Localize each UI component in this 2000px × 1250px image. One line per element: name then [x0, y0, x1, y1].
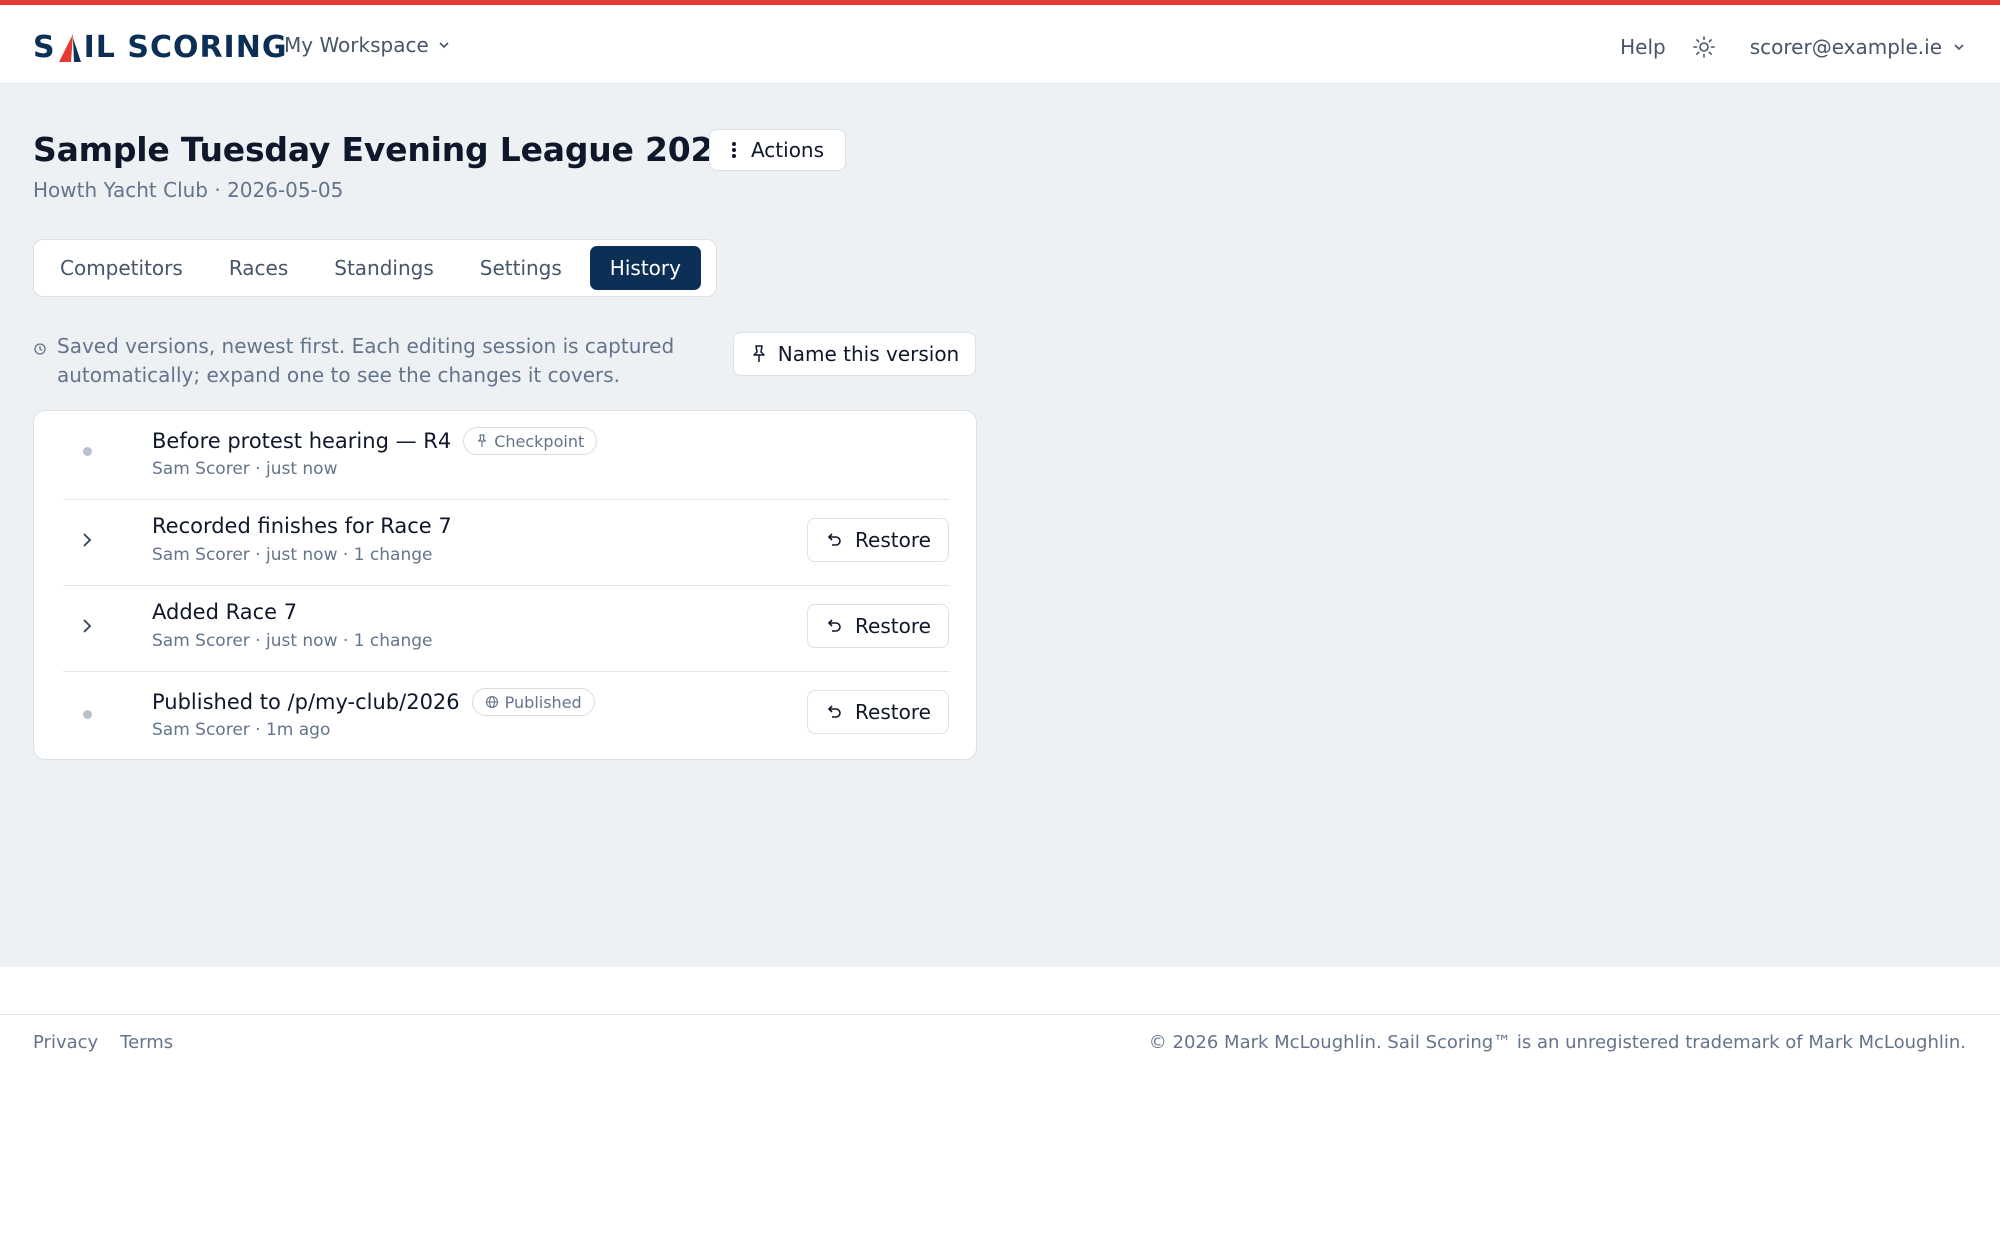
main-content: Sample Tuesday Evening League 2026 Actio…	[0, 84, 2000, 967]
user-email: scorer@example.ie	[1749, 35, 1942, 59]
help-link[interactable]: Help	[1620, 35, 1666, 59]
undo-icon	[827, 619, 841, 632]
restore-button[interactable]: Restore	[807, 604, 949, 648]
pin-icon	[753, 345, 765, 362]
version-title: Published to /p/my-club/2026	[152, 690, 460, 714]
chevron-right-icon[interactable]	[77, 530, 97, 550]
version-title: Before protest hearing — R4	[152, 429, 452, 453]
history-description-text: Saved versions, newest first. Each editi…	[57, 334, 675, 387]
tab-bar: Competitors Races Standings Settings His…	[33, 239, 717, 297]
version-row-checkpoint: Before protest hearing — R4 Checkpoint S…	[63, 411, 949, 496]
sail-icon	[58, 34, 81, 62]
app-header: S IL SCORING My Workspace Help scorer@ex…	[0, 5, 2000, 84]
chevron-down-icon	[1954, 44, 1964, 51]
user-menu[interactable]: scorer@example.ie	[1750, 35, 1966, 59]
version-meta: Sam Scorer · just now · 1 change	[152, 631, 433, 651]
version-title-line: Published to /p/my-club/2026 Published	[152, 688, 595, 716]
history-icon	[34, 343, 46, 355]
privacy-link[interactable]: Privacy	[33, 1032, 98, 1053]
chevron-right-icon[interactable]	[77, 616, 97, 636]
logo-text-suffix: IL SCORING	[83, 30, 288, 65]
version-list: Before protest hearing — R4 Checkpoint S…	[33, 410, 977, 760]
restore-label: Restore	[855, 700, 931, 724]
version-row: Added Race 7 Sam Scorer · just now · 1 c…	[63, 585, 949, 671]
version-row-published: Published to /p/my-club/2026 Published S…	[63, 671, 949, 757]
tab-races[interactable]: Races	[209, 246, 308, 290]
version-dot	[83, 447, 92, 456]
history-description: Saved versions, newest first. Each editi…	[33, 332, 683, 390]
restore-label: Restore	[855, 614, 931, 638]
event-subtitle: Howth Yacht Club · 2026-05-05	[33, 178, 344, 202]
tab-label: Races	[228, 256, 289, 280]
tab-competitors[interactable]: Competitors	[40, 246, 203, 290]
more-vertical-icon	[731, 142, 736, 158]
copyright-text: © 2026 Mark McLoughlin. Sail Scoring™ is…	[1148, 1032, 1966, 1053]
version-title: Added Race 7	[152, 600, 298, 624]
logo-text-prefix: S	[33, 30, 56, 65]
version-dot	[83, 710, 92, 719]
terms-link[interactable]: Terms	[120, 1032, 173, 1053]
actions-label: Actions	[750, 138, 825, 162]
actions-button[interactable]: Actions	[709, 129, 846, 171]
pin-icon	[478, 434, 487, 447]
name-this-version-button[interactable]: Name this version	[733, 332, 976, 376]
version-meta: Sam Scorer · 1m ago	[152, 720, 331, 740]
name-this-version-label: Name this version	[777, 342, 960, 366]
badge-label: Checkpoint	[494, 431, 585, 451]
page-title: Sample Tuesday Evening League 2026	[33, 130, 737, 169]
globe-icon	[485, 695, 498, 709]
published-badge: Published	[471, 688, 595, 716]
undo-icon	[827, 533, 841, 546]
workspace-label: My Workspace	[284, 33, 429, 57]
version-title-line: Before protest hearing — R4 Checkpoint	[152, 427, 598, 455]
tab-label: History	[609, 256, 681, 280]
version-row: Recorded finishes for Race 7 Sam Scorer …	[63, 499, 949, 585]
version-meta: Sam Scorer · just now · 1 change	[152, 545, 433, 565]
restore-button[interactable]: Restore	[807, 518, 949, 562]
theme-toggle-sun-icon[interactable]	[1692, 35, 1716, 59]
tab-label: Standings	[334, 256, 434, 280]
badge-label: Published	[504, 692, 582, 712]
restore-label: Restore	[855, 528, 931, 552]
version-meta: Sam Scorer · just now	[152, 459, 338, 479]
checkpoint-badge: Checkpoint	[463, 427, 598, 455]
page-footer: Privacy Terms © 2026 Mark McLoughlin. Sa…	[0, 1014, 2000, 1075]
chevron-down-icon	[439, 42, 449, 49]
tab-history[interactable]: History	[589, 246, 701, 290]
tab-settings[interactable]: Settings	[460, 246, 582, 290]
tab-label: Settings	[479, 256, 562, 280]
workspace-switcher[interactable]: My Workspace	[284, 33, 451, 57]
version-title: Recorded finishes for Race 7	[152, 514, 452, 538]
tab-label: Competitors	[60, 256, 183, 280]
logo[interactable]: S IL SCORING	[33, 29, 287, 67]
tab-standings[interactable]: Standings	[314, 246, 454, 290]
undo-icon	[827, 705, 841, 718]
restore-button[interactable]: Restore	[807, 690, 949, 734]
